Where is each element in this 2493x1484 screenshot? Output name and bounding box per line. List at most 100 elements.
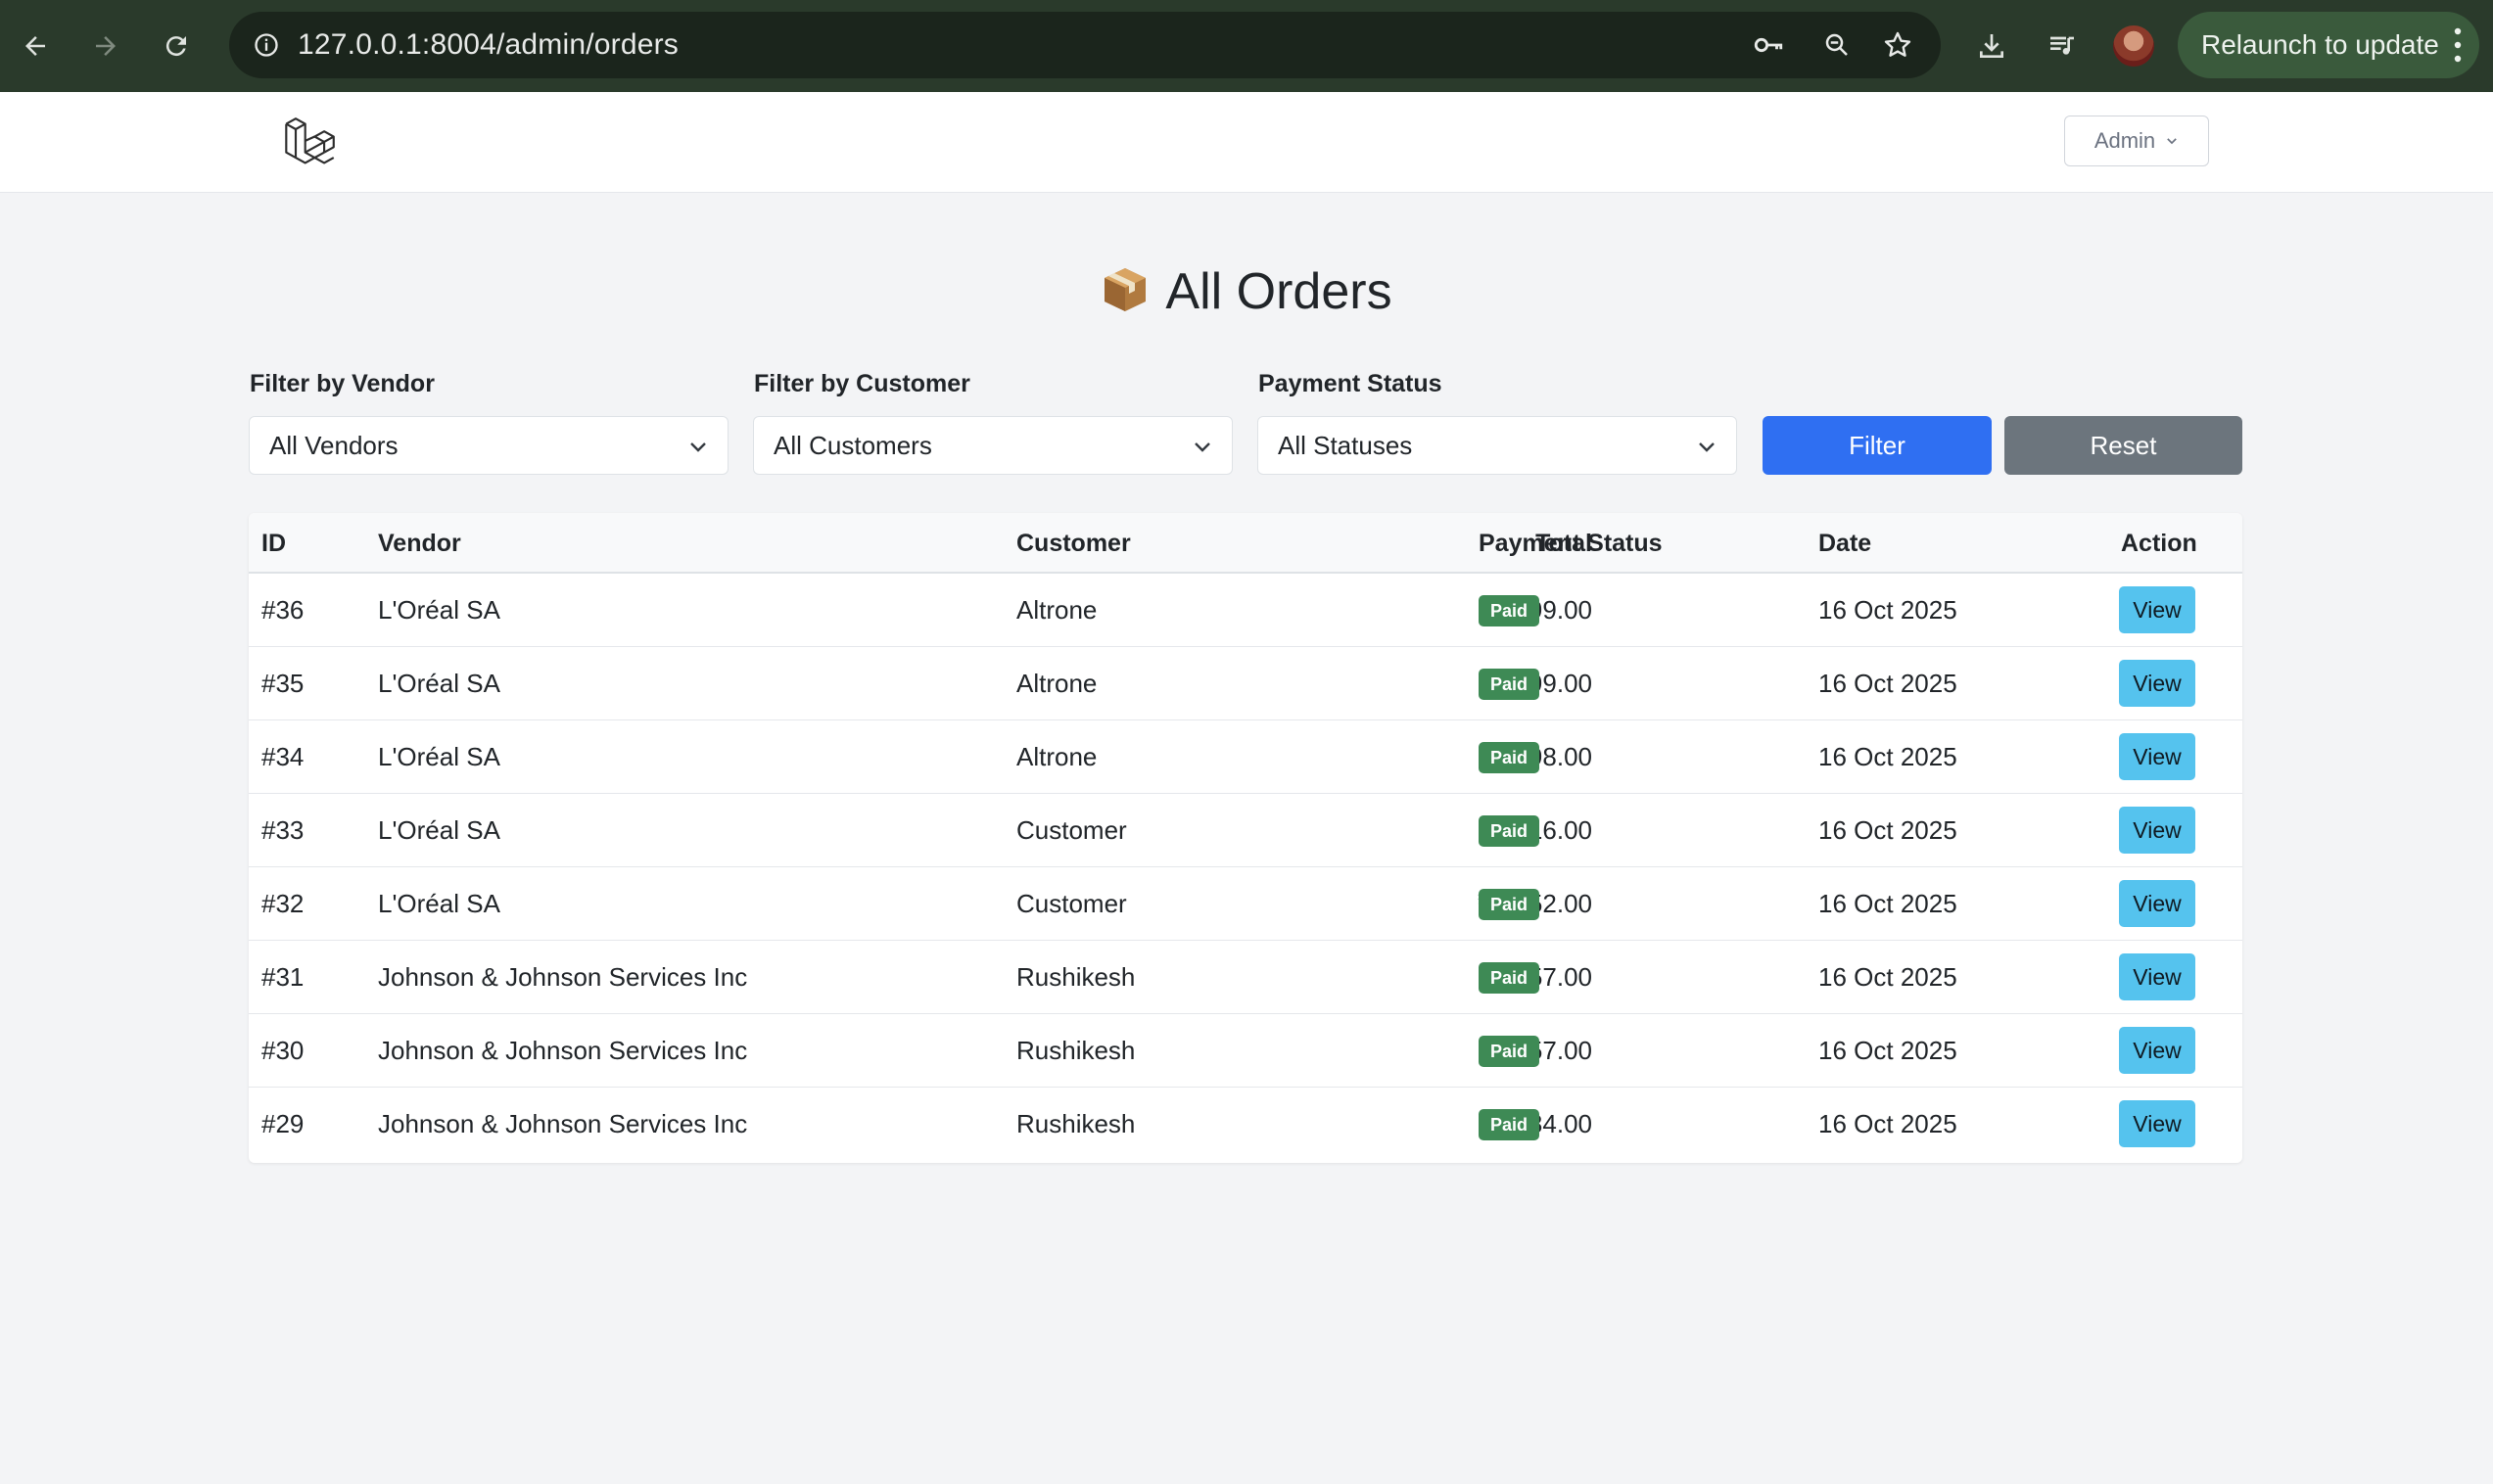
- customer-filter-label: Filter by Customer: [754, 370, 970, 397]
- reset-button[interactable]: Reset: [2004, 416, 2242, 475]
- cell-customer: Customer: [1016, 889, 1127, 918]
- column-header-customer: Customer: [1016, 530, 1131, 557]
- cell-id: #29: [261, 1109, 305, 1138]
- media-queue-icon[interactable]: [2039, 23, 2086, 70]
- view-button[interactable]: View: [2119, 1027, 2195, 1074]
- table-row: #34 L'Oréal SA Altrone ₹398.00 Paid 16 Oct 20…: [249, 720, 2242, 794]
- cell-customer: Rushikesh: [1016, 1036, 1136, 1065]
- cell-id: #35: [261, 669, 305, 698]
- customer-select-value: All Customers: [774, 431, 932, 460]
- status-select-value: All Statuses: [1278, 431, 1413, 460]
- app-header: Admin: [0, 92, 2493, 193]
- column-header-date: Date: [1818, 530, 1872, 557]
- view-button[interactable]: View: [2119, 733, 2195, 780]
- column-header-vendor: Vendor: [378, 530, 461, 557]
- relaunch-button[interactable]: Relaunch to update: [2178, 12, 2479, 78]
- browser-toolbar: 127.0.0.1:8004/admin/orders Relaunch to …: [0, 0, 2493, 92]
- cell-id: #32: [261, 889, 305, 918]
- view-button[interactable]: View: [2119, 1100, 2195, 1147]
- view-button[interactable]: View: [2119, 880, 2195, 927]
- column-header-payment-status: Payment Status: [1479, 530, 1663, 557]
- cell-id: #36: [261, 595, 305, 625]
- url-text[interactable]: 127.0.0.1:8004/admin/orders: [298, 12, 679, 78]
- cell-date: 16 Oct 2025: [1818, 595, 1957, 625]
- cell-date: 16 Oct 2025: [1818, 889, 1957, 918]
- relaunch-label: Relaunch to update: [2201, 29, 2439, 60]
- status-badge: Paid: [1479, 742, 1540, 773]
- table-row: #30 Johnson & Johnson Services Inc Rushike…: [249, 1014, 2242, 1088]
- chevron-down-icon: [1195, 442, 1210, 452]
- table-row: #35 L'Oréal SA Altrone ₹199.00 Paid 16 Oct 20…: [249, 647, 2242, 720]
- table-row: #36 L'Oréal SA Altrone ₹199.00 Paid 16 Oct 20…: [249, 574, 2242, 647]
- status-select[interactable]: All Statuses: [1257, 416, 1737, 475]
- column-header-id: ID: [261, 530, 286, 557]
- view-button[interactable]: View: [2119, 660, 2195, 707]
- customer-select[interactable]: All Customers: [753, 416, 1233, 475]
- cell-customer: Altrone: [1016, 669, 1098, 698]
- cell-vendor: Johnson & Johnson Services Inc: [378, 1109, 748, 1138]
- cell-id: #33: [261, 815, 305, 845]
- cell-customer: Rushikesh: [1016, 1109, 1136, 1138]
- status-badge: Paid: [1479, 889, 1540, 920]
- cell-customer: Altrone: [1016, 595, 1098, 625]
- status-badge: Paid: [1479, 815, 1540, 847]
- cell-id: #34: [261, 742, 305, 771]
- back-arrow-icon[interactable]: [12, 23, 59, 70]
- view-button[interactable]: View: [2119, 586, 2195, 633]
- vendor-filter-label: Filter by Vendor: [250, 370, 435, 397]
- filter-button[interactable]: Filter: [1763, 416, 1992, 475]
- reload-icon[interactable]: [153, 23, 200, 70]
- cell-vendor: L'Oréal SA: [378, 669, 500, 698]
- view-button[interactable]: View: [2119, 807, 2195, 854]
- table-header: ID Vendor Customer Total Payment Status …: [249, 513, 2242, 574]
- cell-id: #31: [261, 962, 305, 992]
- chevron-down-icon: [1699, 442, 1715, 452]
- cell-vendor: L'Oréal SA: [378, 595, 500, 625]
- page-title-text: All Orders: [1165, 263, 1392, 320]
- table-row: #31 Johnson & Johnson Services Inc Rushike…: [249, 941, 2242, 1014]
- table-row: #32L'Oréal SACustomer₹2,052.00Paid16 Oct…: [249, 867, 2242, 941]
- status-badge: Paid: [1479, 1036, 1540, 1067]
- vendor-select[interactable]: All Vendors: [249, 416, 729, 475]
- cell-vendor: L'Oréal SA: [378, 742, 500, 771]
- vendor-select-value: All Vendors: [269, 431, 399, 460]
- cell-vendor: L'Oréal SA: [378, 889, 500, 918]
- forward-arrow-icon[interactable]: [82, 23, 129, 70]
- key-icon[interactable]: [1745, 22, 1792, 69]
- cell-date: 16 Oct 2025: [1818, 815, 1957, 845]
- download-icon[interactable]: [1968, 23, 2015, 70]
- admin-label: Admin: [2093, 128, 2156, 153]
- chevron-down-icon: [690, 442, 706, 452]
- admin-dropdown[interactable]: Admin: [2064, 116, 2209, 166]
- status-badge: Paid: [1479, 962, 1540, 994]
- orders-table: ID Vendor Customer Total Payment Status …: [249, 513, 2242, 1163]
- page-title: All Orders: [0, 262, 2493, 321]
- zoom-icon[interactable]: [1813, 22, 1860, 69]
- more-vert-icon: [2454, 27, 2462, 63]
- cell-date: 16 Oct 2025: [1818, 1109, 1957, 1138]
- status-badge: Paid: [1479, 595, 1540, 626]
- cell-date: 16 Oct 2025: [1818, 962, 1957, 992]
- address-bar[interactable]: 127.0.0.1:8004/admin/orders: [229, 12, 1941, 78]
- laravel-logo[interactable]: [282, 116, 337, 170]
- table-row: #33 L'Oréal SA Customer ₹416.00 Paid 16 Oct 2…: [249, 794, 2242, 867]
- cell-vendor: Johnson & Johnson Services Inc: [378, 1036, 748, 1065]
- cell-customer: Rushikesh: [1016, 962, 1136, 992]
- chevron-down-icon: [2167, 138, 2177, 145]
- column-header-action: Action: [2121, 530, 2197, 557]
- cell-vendor: L'Oréal SA: [378, 815, 500, 845]
- cell-id: #30: [261, 1036, 305, 1065]
- view-button[interactable]: View: [2119, 953, 2195, 1000]
- cell-date: 16 Oct 2025: [1818, 1036, 1957, 1065]
- site-info-icon[interactable]: [243, 22, 290, 69]
- cell-customer: Customer: [1016, 815, 1127, 845]
- cell-date: 16 Oct 2025: [1818, 669, 1957, 698]
- status-badge: Paid: [1479, 1109, 1540, 1140]
- table-row: #29 Johnson & Johnson Services Inc Rushike…: [249, 1088, 2242, 1161]
- star-icon[interactable]: [1874, 22, 1921, 69]
- status-filter-label: Payment Status: [1258, 370, 1442, 397]
- avatar[interactable]: [2113, 25, 2154, 67]
- cell-vendor: Johnson & Johnson Services Inc: [378, 962, 748, 992]
- cell-customer: Altrone: [1016, 742, 1098, 771]
- package-icon: [1105, 268, 1147, 311]
